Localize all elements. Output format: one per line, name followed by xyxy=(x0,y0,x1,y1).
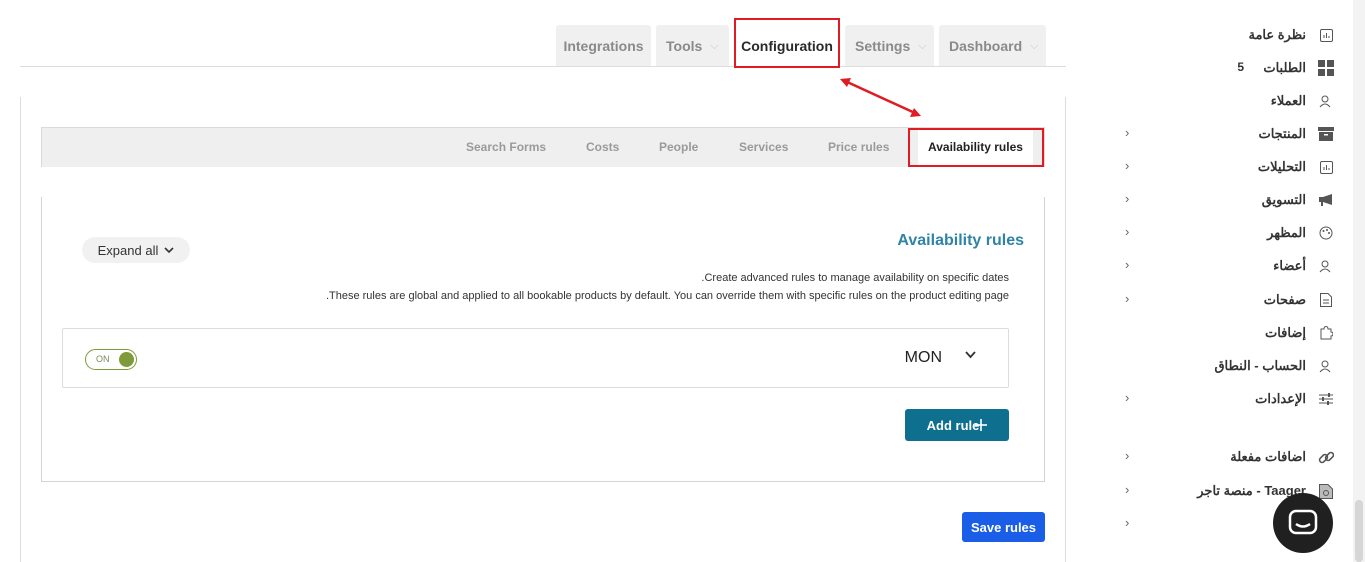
sidebar-item-account-domain[interactable]: الحساب - النطاق xyxy=(1067,352,1365,380)
sidebar-item-settings[interactable]: الإعدادات ‹ xyxy=(1067,385,1365,413)
tab-integrations[interactable]: Integrations xyxy=(556,25,651,67)
annotation-arrow-icon xyxy=(840,78,921,117)
chat-launcher-button[interactable] xyxy=(1273,493,1333,553)
tab-dashboard[interactable]: Dashboard ⌵ xyxy=(939,25,1046,67)
chevron-left-icon: ‹ xyxy=(1125,291,1130,306)
rule-row[interactable]: ON MON xyxy=(62,328,1009,388)
sidebar-item-label: التسويق xyxy=(1261,192,1306,207)
subnav-people[interactable]: People xyxy=(659,128,698,166)
panel-right-border xyxy=(1065,197,1066,562)
chevron-left-icon: ‹ xyxy=(1125,482,1130,497)
tab-tools-label: Tools xyxy=(666,38,703,54)
megaphone-icon xyxy=(1318,192,1334,208)
sidebar-item-label: المنتجات xyxy=(1258,126,1306,141)
sidebar-item-label: الحساب - النطاق xyxy=(1214,358,1306,373)
expand-all-label: Expand all xyxy=(97,242,159,258)
availability-highlight-box xyxy=(908,128,1044,167)
sidebar-item-label: الإعدادات xyxy=(1255,391,1306,406)
sliders-icon xyxy=(1318,391,1334,407)
chevron-left-icon: ‹ xyxy=(1125,158,1130,173)
chart-icon xyxy=(1318,159,1334,175)
sidebar-item-label: أعضاء xyxy=(1273,258,1306,273)
users-icon xyxy=(1318,358,1334,374)
page-icon xyxy=(1318,292,1334,308)
tab-settings-label: Settings xyxy=(855,38,911,54)
tab-tools[interactable]: Tools ⌵ xyxy=(656,25,729,67)
description-line-1: Create advanced rules to manage availabi… xyxy=(701,272,1009,284)
section-title: Availability rules xyxy=(897,232,1024,249)
sidebar: نظرة عامة الطلبات 5 العملاء المنتجات ‹ ا… xyxy=(1067,0,1365,562)
toggle-knob xyxy=(119,352,134,367)
configuration-highlight-box xyxy=(734,18,840,68)
chat-icon xyxy=(1288,509,1318,535)
chevron-left-icon: ‹ xyxy=(1125,125,1130,140)
subnav-search-forms[interactable]: Search Forms xyxy=(466,128,546,166)
rule-toggle[interactable]: ON xyxy=(85,349,137,370)
sidebar-item-label: العملاء xyxy=(1270,93,1306,108)
sidebar-item-customers[interactable]: العملاء xyxy=(1067,87,1365,115)
tabs-divider xyxy=(20,66,1066,67)
panel-right-border xyxy=(1065,97,1066,197)
sidebar-item-appearance[interactable]: المظهر ‹ xyxy=(1067,219,1365,247)
chevron-left-icon: ‹ xyxy=(1125,515,1130,530)
sidebar-item-addons[interactable]: إضافات xyxy=(1067,319,1365,347)
sidebar-item-label: المظهر xyxy=(1267,225,1306,240)
chevron-down-icon: ⌵ xyxy=(918,39,927,52)
subnav-services[interactable]: Services xyxy=(739,128,788,166)
plus-icon xyxy=(975,419,988,431)
chart-icon xyxy=(1318,27,1334,43)
chevron-left-icon: ‹ xyxy=(1125,191,1130,206)
sidebar-item-active-addons[interactable]: اضافات مفعلة ‹ xyxy=(1067,443,1365,471)
page: Integrations Tools ⌵ Configuration Setti… xyxy=(0,0,1365,562)
users-icon xyxy=(1318,93,1334,109)
tab-integrations-label: Integrations xyxy=(563,38,644,54)
chevron-down-icon xyxy=(164,246,174,253)
sidebar-item-label: التحليلات xyxy=(1257,159,1306,174)
chevron-left-icon: ‹ xyxy=(1125,257,1130,272)
link-icon xyxy=(1318,449,1334,465)
tab-settings[interactable]: Settings ⌵ xyxy=(845,25,934,67)
orders-count-badge: 5 xyxy=(1237,60,1244,74)
chevron-down-icon[interactable] xyxy=(965,351,976,359)
panel-left-border xyxy=(20,197,21,562)
sidebar-item-label: إضافات xyxy=(1264,325,1306,340)
add-rule-button[interactable]: Add rule xyxy=(905,409,1009,441)
sidebar-item-pages[interactable]: صفحات ‹ xyxy=(1067,286,1365,314)
sidebar-item-members[interactable]: أعضاء ‹ xyxy=(1067,252,1365,280)
sidebar-item-marketing[interactable]: التسويق ‹ xyxy=(1067,186,1365,214)
toggle-label: ON xyxy=(96,354,110,364)
archive-icon xyxy=(1318,126,1334,142)
subnav-bar: Search Forms Costs People Services Price… xyxy=(41,127,1045,167)
users-icon xyxy=(1318,258,1334,274)
grid-icon xyxy=(1318,60,1334,76)
rule-label: MON xyxy=(904,349,942,366)
scrollbar-thumb[interactable] xyxy=(1355,500,1363,562)
chevron-left-icon: ‹ xyxy=(1125,448,1130,463)
palette-icon xyxy=(1318,225,1334,241)
sidebar-item-label: الطلبات xyxy=(1263,60,1306,75)
sidebar-item-label: نظرة عامة xyxy=(1248,27,1306,42)
add-rule-label: Add rule xyxy=(926,417,980,433)
chevron-down-icon: ⌵ xyxy=(710,39,719,52)
sidebar-item-analytics[interactable]: التحليلات ‹ xyxy=(1067,153,1365,181)
tab-dashboard-label: Dashboard xyxy=(949,38,1023,54)
sidebar-item-overview[interactable]: نظرة عامة xyxy=(1067,21,1365,49)
chevron-down-icon: ⌵ xyxy=(1030,39,1039,52)
expand-all-button[interactable]: Expand all xyxy=(82,237,190,263)
sidebar-item-orders[interactable]: الطلبات 5 xyxy=(1067,54,1365,82)
chevron-left-icon: ‹ xyxy=(1125,224,1130,239)
plugin-icon xyxy=(1318,483,1334,499)
sidebar-item-products[interactable]: المنتجات ‹ xyxy=(1067,120,1365,148)
description-line-2: These rules are global and applied to al… xyxy=(325,290,1009,302)
save-rules-button[interactable]: Save rules xyxy=(962,512,1045,542)
sidebar-item-label: صفحات xyxy=(1263,292,1306,307)
puzzle-icon xyxy=(1318,325,1334,341)
subnav-costs[interactable]: Costs xyxy=(586,128,619,166)
panel-left-border xyxy=(20,97,21,197)
sidebar-scrollbar[interactable] xyxy=(1353,0,1365,562)
sidebar-item-label: اضافات مفعلة xyxy=(1230,449,1306,464)
subnav-price-rules[interactable]: Price rules xyxy=(828,128,889,166)
chevron-left-icon: ‹ xyxy=(1125,390,1130,405)
